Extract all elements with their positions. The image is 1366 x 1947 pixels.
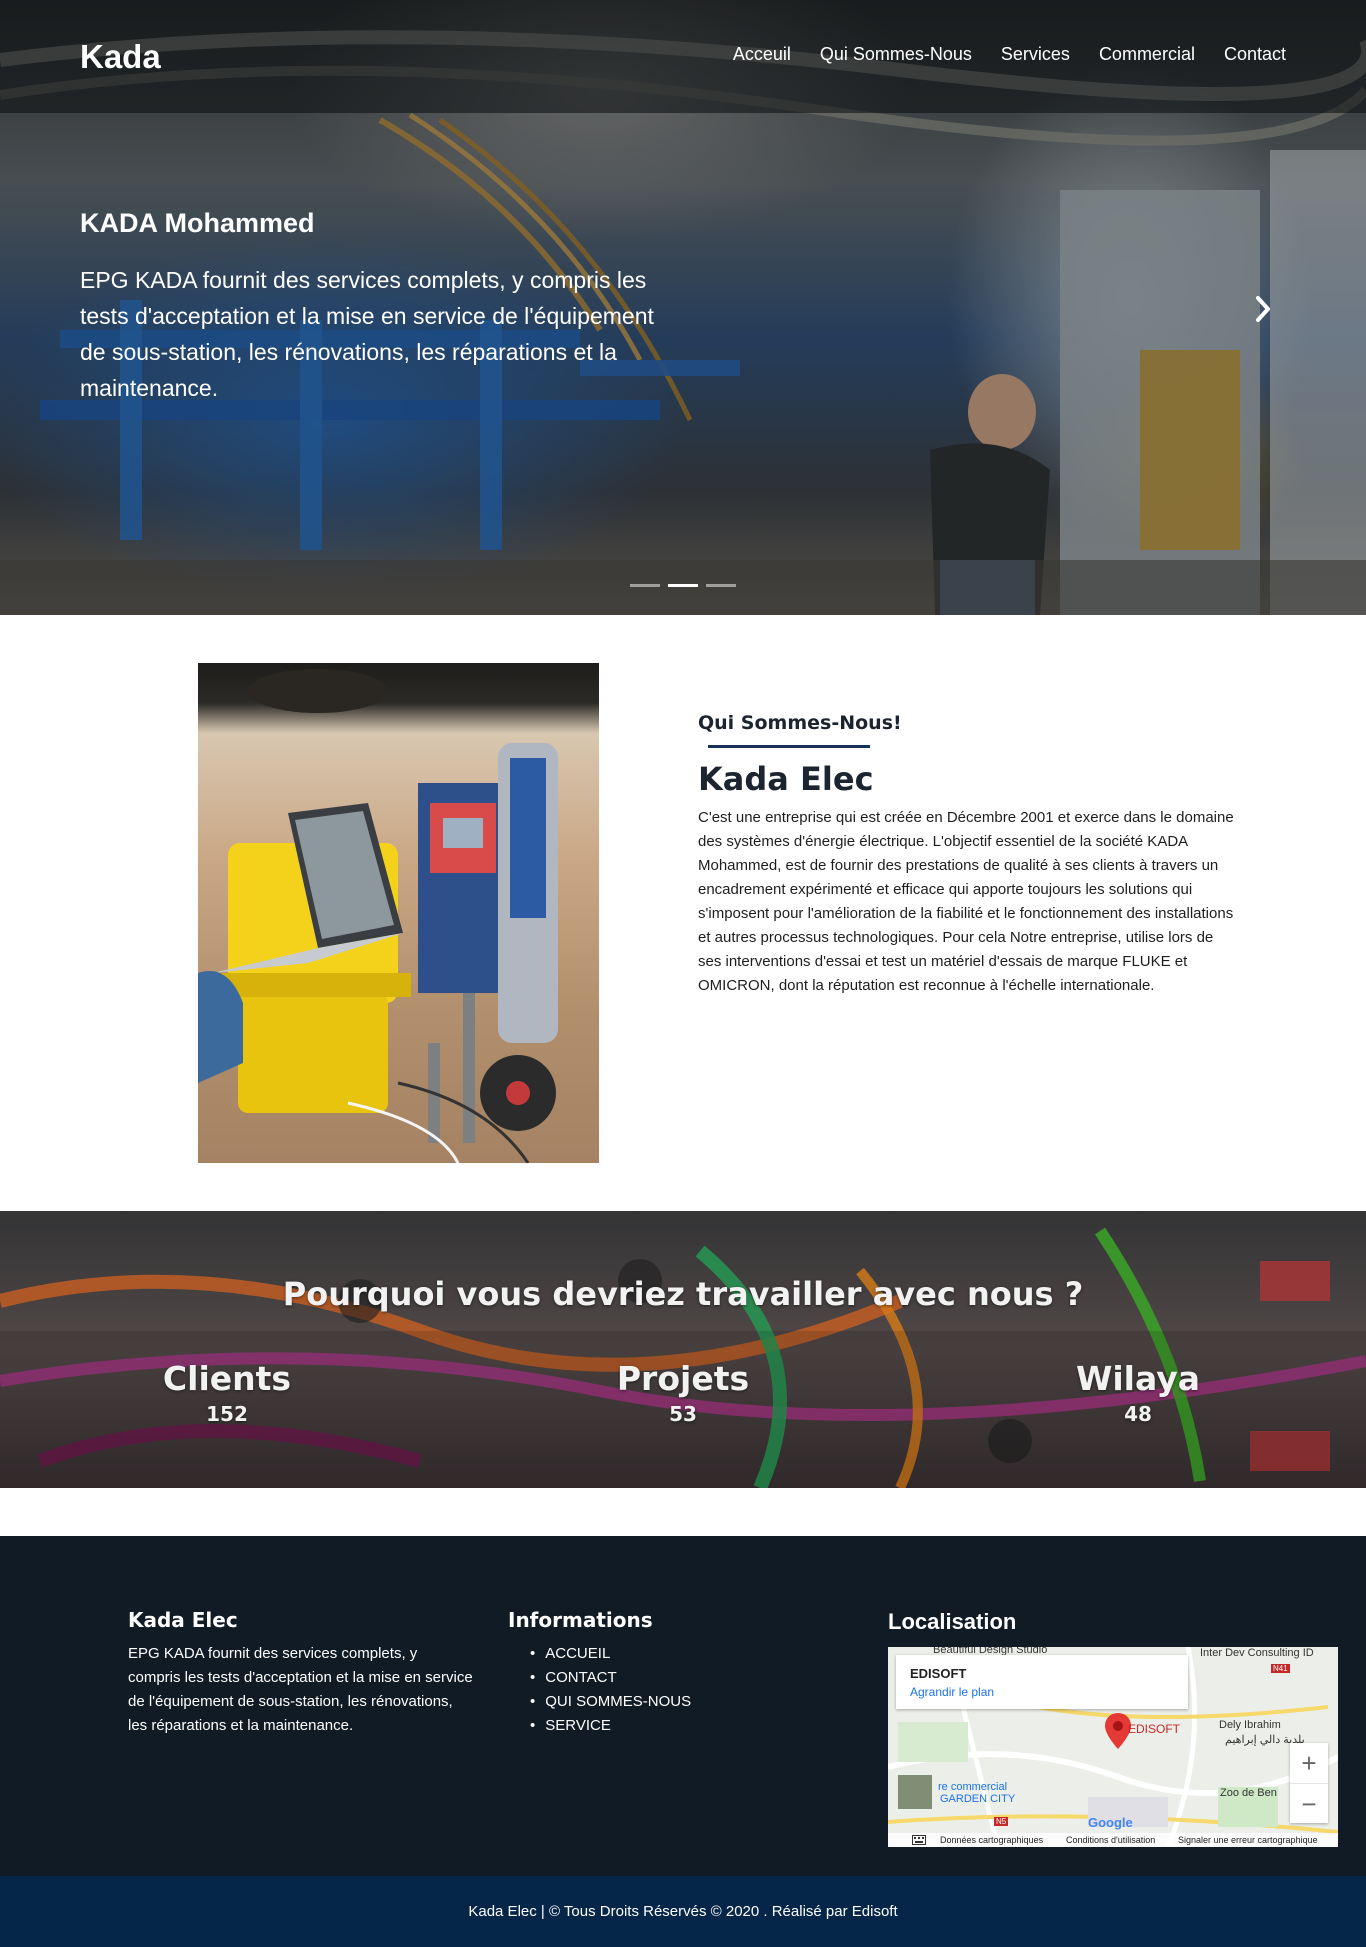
stat-value: 48 bbox=[1124, 1402, 1152, 1426]
stat-wilaya: Wilaya 48 bbox=[988, 1359, 1288, 1426]
footer-info-title: Informations bbox=[508, 1608, 653, 1632]
map-label: Dely Ibrahim bbox=[1219, 1719, 1281, 1731]
map-road-badge: N5 bbox=[994, 1817, 1009, 1826]
stats-section: Pourquoi vous devriez travailler avec no… bbox=[0, 1211, 1366, 1488]
map-road-badge: N41 bbox=[1271, 1664, 1290, 1673]
section-divider bbox=[708, 745, 870, 748]
slide-indicator[interactable] bbox=[706, 584, 736, 587]
slide-indicators bbox=[630, 584, 736, 587]
about-text: C'est une entreprise qui est créée en Dé… bbox=[698, 809, 1234, 994]
nav-item-commercial[interactable]: Commercial bbox=[1099, 44, 1195, 65]
keyboard-icon[interactable] bbox=[912, 1835, 926, 1845]
stat-label: Wilaya bbox=[1075, 1359, 1201, 1398]
copyright-bar: Kada Elec | © Tous Droits Réservés © 202… bbox=[0, 1876, 1366, 1947]
map-label: GARDEN CITY bbox=[940, 1793, 1016, 1805]
chevron-right-icon[interactable] bbox=[1252, 292, 1276, 326]
map-label: re commercial bbox=[938, 1781, 1008, 1793]
map-pin-label: EDISOFT bbox=[1128, 1722, 1181, 1736]
map-place-card: EDISOFT Agrandir le plan bbox=[896, 1655, 1188, 1709]
nav-item-services[interactable]: Services bbox=[1001, 44, 1070, 65]
stat-label: Clients bbox=[162, 1359, 292, 1398]
stat-value: 152 bbox=[206, 1402, 248, 1426]
stat-projets: Projets 53 bbox=[533, 1359, 833, 1426]
slide-indicator[interactable] bbox=[630, 584, 660, 587]
map-label: Inter Dev Consulting ID bbox=[1200, 1647, 1314, 1659]
map-attribution-bar: Données cartographiques Conditions d'uti… bbox=[888, 1833, 1338, 1847]
top-navbar: Kada Acceuil Qui Sommes-Nous Services Co… bbox=[0, 0, 1366, 113]
location-map[interactable]: Beautiful Design Studio Inter Dev Consul… bbox=[888, 1647, 1338, 1847]
map-enlarge-link[interactable]: Agrandir le plan bbox=[910, 1685, 994, 1699]
footer-link-service[interactable]: SERVICE bbox=[545, 1714, 691, 1738]
footer-about-title: Kada Elec bbox=[128, 1608, 238, 1632]
footer-link-qui-sommes-nous[interactable]: QUI SOMMES-NOUS bbox=[545, 1690, 691, 1714]
google-logo: Google bbox=[1088, 1815, 1133, 1830]
zoom-in-button[interactable]: + bbox=[1290, 1743, 1328, 1783]
stat-label: Projets bbox=[616, 1359, 750, 1398]
hero-slider: Kada Acceuil Qui Sommes-Nous Services Co… bbox=[0, 0, 1366, 615]
main-nav: Acceuil Qui Sommes-Nous Services Commerc… bbox=[733, 44, 1286, 65]
brand-logo[interactable]: Kada bbox=[80, 38, 161, 76]
zoom-out-button[interactable]: − bbox=[1290, 1783, 1328, 1823]
nav-item-contact[interactable]: Contact bbox=[1224, 44, 1286, 65]
slide-indicator-active[interactable] bbox=[668, 584, 698, 587]
map-data-link[interactable]: Données cartographiques bbox=[940, 1833, 1043, 1847]
hero-text: EPG KADA fournit des services complets, … bbox=[80, 267, 654, 401]
about-title: Kada Elec bbox=[698, 760, 874, 798]
footer-link-contact[interactable]: CONTACT bbox=[545, 1666, 691, 1690]
footer-links: ACCUEIL CONTACT QUI SOMMES-NOUS SERVICE bbox=[545, 1642, 691, 1738]
stats-title: Pourquoi vous devriez travailler avec no… bbox=[282, 1275, 1084, 1313]
footer-link-accueil[interactable]: ACCUEIL bbox=[545, 1642, 691, 1666]
section-kicker: Qui Sommes-Nous! bbox=[698, 712, 902, 734]
map-zoom-controls: + − bbox=[1290, 1743, 1328, 1823]
footer-about-text: EPG KADA fournit des services complets, … bbox=[128, 1645, 473, 1734]
stat-clients: Clients 152 bbox=[77, 1359, 377, 1426]
hero-title: KADA Mohammed bbox=[80, 208, 315, 238]
map-place-name: EDISOFT bbox=[910, 1666, 967, 1681]
nav-item-acceuil[interactable]: Acceuil bbox=[733, 44, 791, 65]
map-report-link[interactable]: Signaler une erreur cartographique bbox=[1178, 1833, 1318, 1847]
about-photo bbox=[198, 663, 599, 1163]
footer-location-title: Localisation bbox=[888, 1609, 1017, 1634]
site-footer: Kada Elec EPG KADA fournit des services … bbox=[0, 1536, 1366, 1876]
nav-item-qui-sommes-nous[interactable]: Qui Sommes-Nous bbox=[820, 44, 972, 65]
map-terms-link[interactable]: Conditions d'utilisation bbox=[1066, 1833, 1155, 1847]
stat-value: 53 bbox=[669, 1402, 697, 1426]
map-label: Zoo de Ben bbox=[1220, 1787, 1277, 1799]
